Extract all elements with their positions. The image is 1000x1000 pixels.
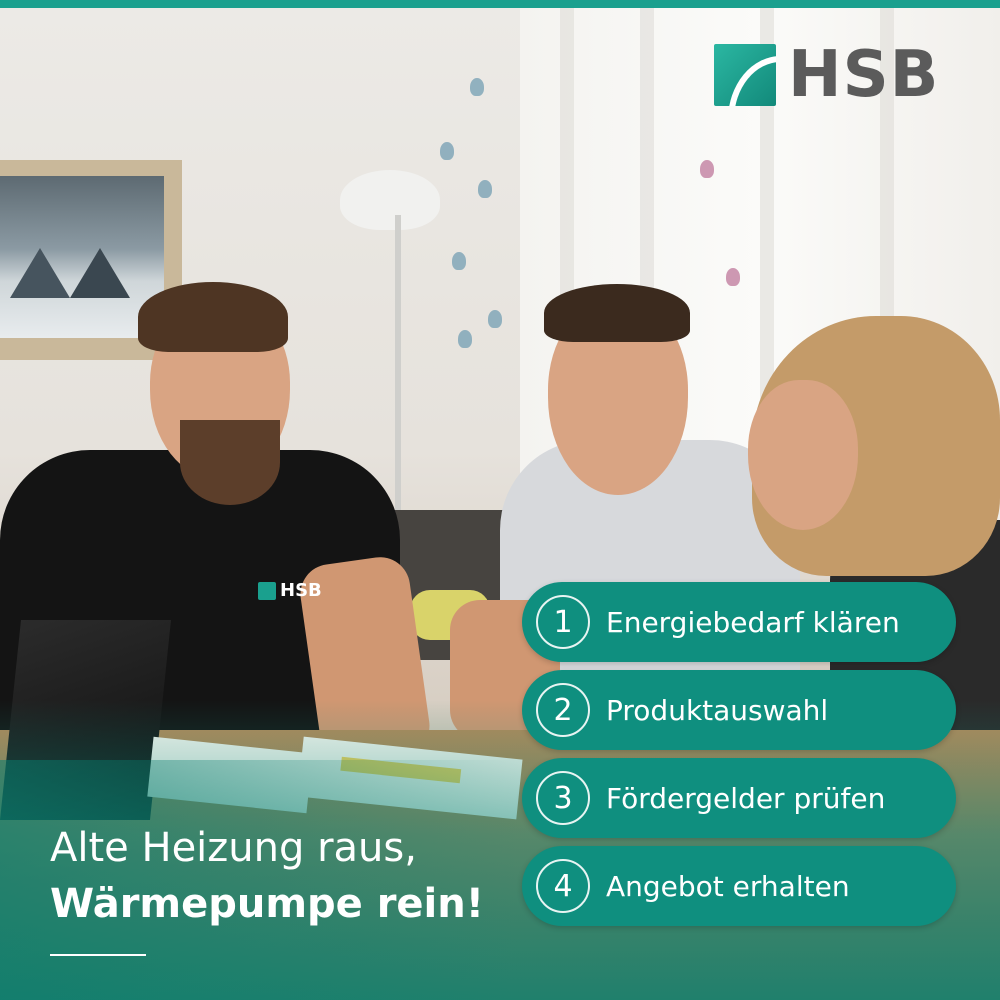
butterfly-decoration bbox=[440, 142, 454, 160]
step-label: Energiebedarf klären bbox=[606, 605, 900, 639]
hsb-logo: HSB bbox=[714, 38, 940, 112]
shirt-logo-text: HSB bbox=[280, 580, 322, 601]
steps-list: 1 Energiebedarf klären 2 Produktauswahl … bbox=[522, 582, 956, 934]
person-advisor-hair bbox=[138, 282, 288, 352]
headline-underline bbox=[50, 954, 146, 956]
step-item: 3 Fördergelder prüfen bbox=[522, 758, 956, 838]
step-label: Fördergelder prüfen bbox=[606, 781, 886, 815]
person-customer2-head bbox=[748, 380, 858, 530]
shirt-logo: HSB bbox=[258, 580, 322, 601]
butterfly-decoration bbox=[488, 310, 502, 328]
step-item: 4 Angebot erhalten bbox=[522, 846, 956, 926]
top-accent-bar bbox=[0, 0, 1000, 8]
butterfly-decoration bbox=[458, 330, 472, 348]
butterfly-decoration bbox=[478, 180, 492, 198]
step-item: 2 Produktauswahl bbox=[522, 670, 956, 750]
step-number: 3 bbox=[536, 771, 590, 825]
butterfly-decoration bbox=[452, 252, 466, 270]
step-item: 1 Energiebedarf klären bbox=[522, 582, 956, 662]
step-number: 2 bbox=[536, 683, 590, 737]
step-number: 1 bbox=[536, 595, 590, 649]
step-label: Produktauswahl bbox=[606, 693, 829, 727]
shirt-logo-mark bbox=[258, 581, 276, 600]
butterfly-decoration bbox=[470, 78, 484, 96]
advertisement-canvas: HSB HSB 1 Energiebedarf klären 2 Produkt… bbox=[0, 0, 1000, 1000]
lamp-pole bbox=[395, 215, 401, 515]
person-advisor-beard bbox=[180, 420, 280, 505]
headline-line-1: Alte Heizung raus, bbox=[50, 825, 417, 871]
butterfly-decoration bbox=[700, 160, 714, 178]
logo-text: HSB bbox=[788, 38, 940, 112]
floor-lamp bbox=[340, 170, 440, 230]
headline: Alte Heizung raus, Wärmepumpe rein! bbox=[50, 820, 484, 932]
step-number: 4 bbox=[536, 859, 590, 913]
step-label: Angebot erhalten bbox=[606, 869, 850, 903]
butterfly-decoration bbox=[726, 268, 740, 286]
logo-mark-icon bbox=[714, 44, 776, 106]
headline-line-2: Wärmepumpe rein! bbox=[50, 881, 484, 927]
person-customer-hair bbox=[544, 284, 690, 342]
